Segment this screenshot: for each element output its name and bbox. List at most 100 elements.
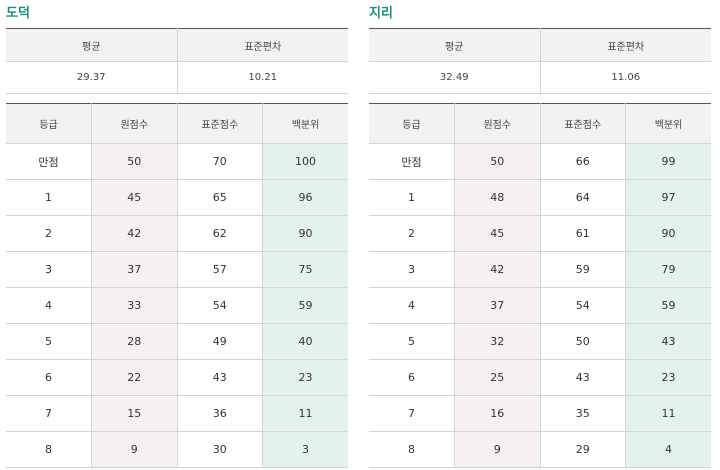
standard-score-cell: 29 (540, 431, 626, 468)
percentile-cell: 3 (262, 431, 348, 468)
percentile-cell: 90 (262, 215, 348, 252)
header-percentile: 백분위 (625, 103, 711, 144)
table-row: 7 15 36 11 (6, 395, 348, 432)
grade-table: 등급 원점수 표준점수 백분위 만점 50 66 99 1 48 64 97 2 45 61 90 3 4… (369, 103, 711, 468)
standard-score-cell: 61 (540, 215, 626, 252)
percentile-cell: 59 (262, 287, 348, 324)
header-standard-score: 표준점수 (177, 103, 263, 144)
percentile-cell: 97 (625, 179, 711, 216)
percentile-cell: 4 (625, 431, 711, 468)
grade-cell: 1 (6, 179, 92, 216)
grade-cell: 7 (369, 395, 455, 432)
table-row: 8 9 29 4 (369, 431, 711, 468)
grade-table: 등급 원점수 표준점수 백분위 만점 50 70 100 1 45 65 96 2 42 62 90 3… (6, 103, 348, 468)
percentile-cell: 23 (262, 359, 348, 396)
mean-value: 29.37 (6, 61, 178, 94)
percentile-cell: 11 (625, 395, 711, 432)
header-raw-score: 원점수 (91, 103, 178, 144)
grade-cell: 6 (369, 359, 455, 396)
table-row: 4 37 54 59 (369, 287, 711, 324)
table-row: 1 45 65 96 (6, 179, 348, 216)
percentile-cell: 11 (262, 395, 348, 432)
raw-score-cell: 45 (454, 215, 541, 252)
standard-score-cell: 66 (540, 143, 626, 180)
sd-label: 표준편차 (540, 28, 711, 62)
raw-score-cell: 45 (91, 179, 178, 216)
subject-title: 지리 (369, 6, 393, 21)
percentile-cell: 40 (262, 323, 348, 360)
grade-table-header-row: 등급 원점수 표준점수 백분위 (6, 103, 348, 144)
grade-cell: 4 (6, 287, 92, 324)
percentile-cell: 23 (625, 359, 711, 396)
grade-cell: 4 (369, 287, 455, 324)
raw-score-cell: 50 (454, 143, 541, 180)
table-row: 만점 50 66 99 (369, 143, 711, 180)
raw-score-cell: 42 (91, 215, 178, 252)
raw-score-cell: 32 (454, 323, 541, 360)
sd-label: 표준편차 (177, 28, 348, 62)
grade-cell: 2 (369, 215, 455, 252)
table-row: 2 42 62 90 (6, 215, 348, 252)
grade-cell: 만점 (6, 143, 92, 180)
subject-panel-left: 도덕 평균 표준편차 29.37 10.21 등급 원점수 표준점수 백분위 만… (6, 0, 348, 468)
table-row: 3 42 59 79 (369, 251, 711, 288)
standard-score-cell: 35 (540, 395, 626, 432)
percentile-cell: 96 (262, 179, 348, 216)
standard-score-cell: 57 (177, 251, 263, 288)
raw-score-cell: 37 (454, 287, 541, 324)
standard-score-cell: 49 (177, 323, 263, 360)
percentile-cell: 100 (262, 143, 348, 180)
raw-score-cell: 9 (91, 431, 178, 468)
sd-value: 10.21 (177, 61, 348, 94)
header-grade: 등급 (369, 103, 455, 144)
mean-label: 평균 (6, 28, 178, 62)
raw-score-cell: 16 (454, 395, 541, 432)
grade-cell: 8 (6, 431, 92, 468)
table-row: 5 28 49 40 (6, 323, 348, 360)
table-row: 7 16 35 11 (369, 395, 711, 432)
table-row: 6 22 43 23 (6, 359, 348, 396)
raw-score-cell: 50 (91, 143, 178, 180)
table-row: 2 45 61 90 (369, 215, 711, 252)
raw-score-cell: 15 (91, 395, 178, 432)
header-standard-score: 표준점수 (540, 103, 626, 144)
percentile-cell: 90 (625, 215, 711, 252)
header-grade: 등급 (6, 103, 92, 144)
raw-score-cell: 25 (454, 359, 541, 396)
raw-score-cell: 28 (91, 323, 178, 360)
percentile-cell: 99 (625, 143, 711, 180)
table-row: 8 9 30 3 (6, 431, 348, 468)
grade-cell: 5 (369, 323, 455, 360)
subject-title: 도덕 (6, 6, 30, 21)
standard-score-cell: 43 (540, 359, 626, 396)
standard-score-cell: 36 (177, 395, 263, 432)
grade-cell: 3 (6, 251, 92, 288)
grade-table-header-row: 등급 원점수 표준점수 백분위 (369, 103, 711, 144)
raw-score-cell: 37 (91, 251, 178, 288)
standard-score-cell: 54 (540, 287, 626, 324)
raw-score-cell: 33 (91, 287, 178, 324)
mean-label: 평균 (369, 28, 541, 62)
summary-table: 평균 표준편차 32.49 11.06 (369, 28, 711, 94)
raw-score-cell: 48 (454, 179, 541, 216)
table-row: 4 33 54 59 (6, 287, 348, 324)
standard-score-cell: 54 (177, 287, 263, 324)
percentile-cell: 59 (625, 287, 711, 324)
summary-table: 평균 표준편차 29.37 10.21 (6, 28, 348, 94)
standard-score-cell: 43 (177, 359, 263, 396)
standard-score-cell: 50 (540, 323, 626, 360)
grade-cell: 7 (6, 395, 92, 432)
header-percentile: 백분위 (262, 103, 348, 144)
percentile-cell: 75 (262, 251, 348, 288)
grade-cell: 2 (6, 215, 92, 252)
raw-score-cell: 42 (454, 251, 541, 288)
percentile-cell: 79 (625, 251, 711, 288)
table-row: 3 37 57 75 (6, 251, 348, 288)
percentile-cell: 43 (625, 323, 711, 360)
table-row: 1 48 64 97 (369, 179, 711, 216)
grade-cell: 1 (369, 179, 455, 216)
subject-panel-right: 지리 평균 표준편차 32.49 11.06 등급 원점수 표준점수 백분위 만… (369, 0, 711, 468)
standard-score-cell: 64 (540, 179, 626, 216)
raw-score-cell: 9 (454, 431, 541, 468)
header-raw-score: 원점수 (454, 103, 541, 144)
